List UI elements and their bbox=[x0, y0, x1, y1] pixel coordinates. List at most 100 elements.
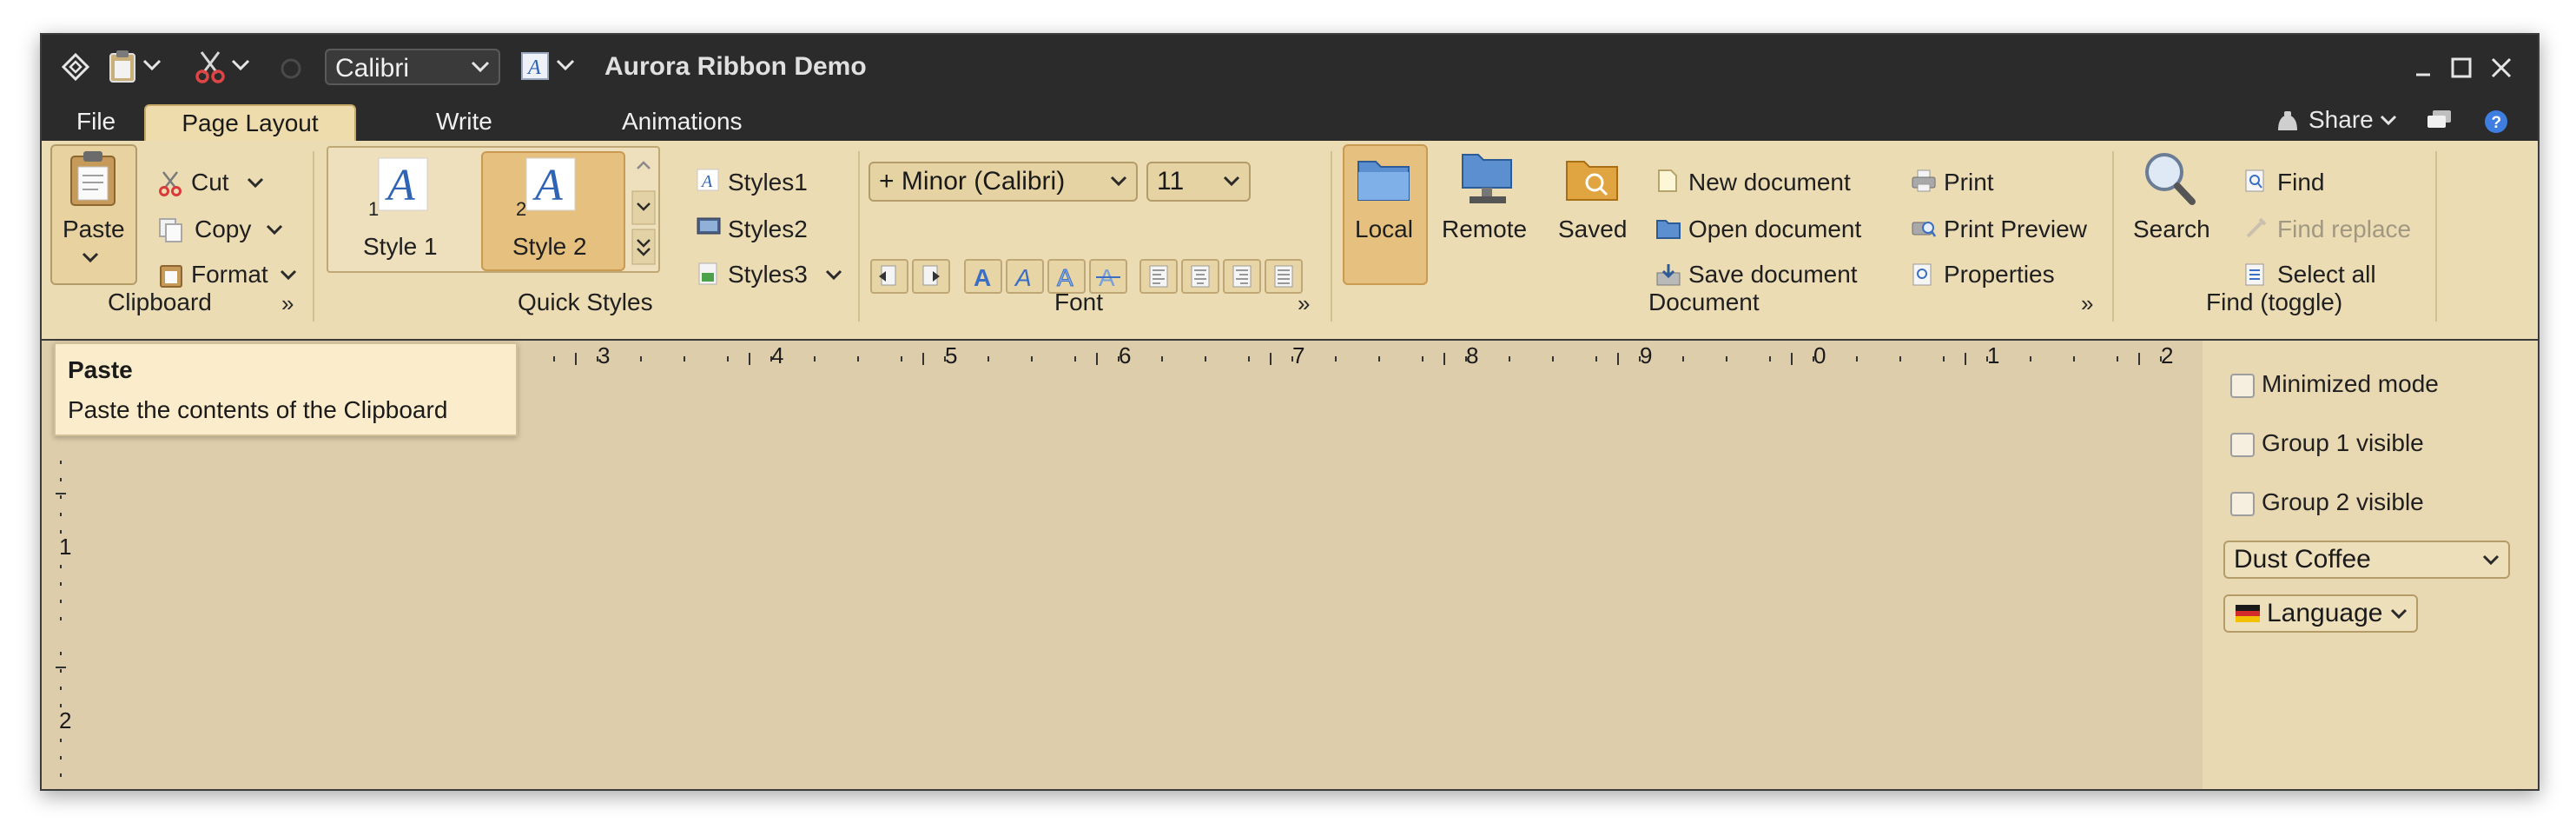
chevron-down-icon[interactable] bbox=[2380, 115, 2397, 127]
find-button[interactable]: Find bbox=[2277, 169, 2324, 196]
clipboard-launcher-icon[interactable]: » bbox=[281, 290, 294, 317]
clipboard-icon[interactable] bbox=[108, 49, 137, 83]
align-right-button[interactable] bbox=[1223, 259, 1261, 294]
minimized-mode-checkbox[interactable] bbox=[2230, 374, 2255, 398]
font-italic-button[interactable]: A bbox=[1006, 259, 1044, 294]
chevron-down-icon[interactable] bbox=[280, 269, 297, 282]
style-2-number: 2 bbox=[516, 198, 527, 220]
share-icon[interactable] bbox=[2275, 109, 2300, 134]
font-bold-button[interactable]: A bbox=[964, 259, 1002, 294]
font-a-italic-icon: A bbox=[1014, 264, 1032, 291]
styles1-button[interactable]: Styles1 bbox=[728, 169, 808, 196]
document-launcher-icon[interactable]: » bbox=[2081, 290, 2093, 317]
copy-button[interactable]: Copy bbox=[195, 216, 251, 243]
find-group-label: Find (toggle) bbox=[2206, 289, 2343, 315]
scissors-icon[interactable] bbox=[195, 50, 226, 83]
style-2-icon: A bbox=[525, 156, 578, 218]
align-center-button[interactable] bbox=[1181, 259, 1219, 294]
font-a-strike-icon: A bbox=[1096, 264, 1120, 291]
quick-styles-group-label: Quick Styles bbox=[518, 289, 653, 315]
print-preview-button[interactable]: Print Preview bbox=[1944, 216, 2087, 243]
group-separator bbox=[313, 151, 314, 322]
group-2-visible-checkbox[interactable] bbox=[2230, 492, 2255, 516]
gallery-up-icon[interactable] bbox=[637, 161, 651, 169]
tooltip-title: Paste bbox=[68, 356, 133, 383]
tab-write[interactable]: Write bbox=[436, 104, 492, 141]
skin-value: Dust Coffee bbox=[2234, 545, 2371, 574]
minimize-button[interactable] bbox=[2406, 50, 2441, 85]
svg-text:A: A bbox=[385, 161, 415, 210]
open-document-button[interactable]: Open document bbox=[1688, 216, 1861, 243]
chevron-down-icon[interactable] bbox=[556, 59, 575, 71]
maximize-button[interactable] bbox=[2444, 50, 2479, 85]
paste-label: Paste bbox=[63, 216, 125, 242]
group-separator bbox=[858, 151, 860, 322]
style-2-label: Style 2 bbox=[512, 233, 587, 260]
cut-button[interactable]: Cut bbox=[191, 169, 229, 196]
help-icon[interactable]: ? bbox=[2484, 109, 2508, 134]
svg-text:?: ? bbox=[2492, 114, 2502, 132]
font-size-value: 11 bbox=[1157, 167, 1185, 196]
remote-label: Remote bbox=[1442, 216, 1528, 242]
skin-combo[interactable]: Dust Coffee bbox=[2223, 541, 2510, 579]
align-left-button[interactable] bbox=[1139, 259, 1178, 294]
style-1-label: Style 1 bbox=[363, 233, 438, 260]
folder-saved-icon bbox=[1565, 153, 1619, 206]
chevron-down-icon[interactable] bbox=[266, 224, 283, 236]
print-preview-icon bbox=[1911, 216, 1937, 244]
font-style-icon[interactable]: A bbox=[521, 52, 549, 80]
folder-remote-icon bbox=[1459, 149, 1516, 211]
app-menu-icon[interactable] bbox=[61, 52, 90, 82]
title-bar: Calibri A Aurora Ribbon Demo File Page L… bbox=[42, 35, 2538, 143]
font-group-label: Font bbox=[1054, 289, 1104, 315]
print-button[interactable]: Print bbox=[1944, 169, 1994, 196]
tab-page-layout[interactable]: Page Layout bbox=[144, 104, 356, 143]
styles3-button[interactable]: Styles3 bbox=[728, 261, 808, 289]
font-a-outline-icon: A bbox=[1057, 264, 1074, 292]
save-document-button[interactable]: Save document bbox=[1688, 261, 1858, 289]
chevron-down-icon[interactable] bbox=[247, 177, 264, 189]
chevron-down-icon[interactable] bbox=[825, 269, 842, 282]
local-label: Local bbox=[1355, 216, 1413, 242]
select-all-button[interactable]: Select all bbox=[2277, 261, 2376, 289]
chevron-down-icon bbox=[2390, 608, 2408, 620]
tooltip-text: Paste the contents of the Clipboard bbox=[68, 396, 448, 423]
font-name-combo[interactable]: Calibri bbox=[325, 49, 500, 85]
gallery-scroll bbox=[631, 149, 657, 268]
share-button[interactable]: Share bbox=[2308, 106, 2374, 134]
indent-right-button[interactable] bbox=[912, 259, 950, 294]
close-button[interactable] bbox=[2484, 50, 2519, 85]
ruler-label: 4 bbox=[771, 342, 784, 368]
align-justify-button[interactable] bbox=[1265, 259, 1303, 294]
open-document-icon bbox=[1655, 217, 1681, 244]
ruler-label: 2 bbox=[59, 707, 72, 733]
save-document-icon bbox=[1655, 262, 1681, 291]
styles2-button[interactable]: Styles2 bbox=[728, 216, 808, 243]
chevron-down-icon[interactable] bbox=[231, 59, 250, 71]
new-document-button[interactable]: New document bbox=[1688, 169, 1851, 196]
svg-text:A: A bbox=[532, 161, 563, 210]
print-icon bbox=[1911, 169, 1937, 197]
language-button[interactable]: Language bbox=[2223, 594, 2418, 633]
svg-text:A: A bbox=[1057, 264, 1073, 291]
group-1-visible-checkbox[interactable] bbox=[2230, 433, 2255, 457]
find-replace-button[interactable]: Find replace bbox=[2277, 216, 2411, 243]
format-button[interactable]: Format bbox=[191, 261, 268, 289]
indent-left-button[interactable] bbox=[870, 259, 908, 294]
app-window: Calibri A Aurora Ribbon Demo File Page L… bbox=[40, 33, 2540, 791]
saved-label: Saved bbox=[1558, 216, 1628, 242]
properties-button[interactable]: Properties bbox=[1944, 261, 2055, 289]
styles1-icon: A bbox=[697, 169, 719, 196]
font-launcher-icon[interactable]: » bbox=[1298, 290, 1310, 317]
clipboard-group-label: Clipboard bbox=[108, 289, 212, 315]
font-family-combo[interactable]: + Minor (Calibri) bbox=[869, 162, 1138, 202]
undo-icon[interactable] bbox=[278, 56, 304, 82]
styles3-icon bbox=[697, 262, 719, 289]
font-family-value: + Minor (Calibri) bbox=[879, 167, 1066, 196]
chat-icon[interactable] bbox=[2427, 109, 2453, 132]
chevron-down-icon[interactable] bbox=[142, 59, 162, 71]
tab-file[interactable]: File bbox=[76, 104, 116, 141]
tab-animations[interactable]: Animations bbox=[622, 104, 743, 141]
font-size-combo[interactable]: 11 bbox=[1146, 162, 1251, 202]
chevron-down-icon bbox=[82, 252, 99, 263]
